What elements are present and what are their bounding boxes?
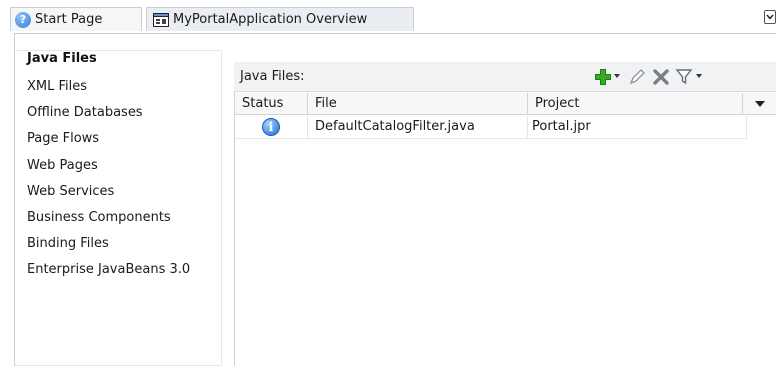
- column-header-file[interactable]: File: [308, 93, 528, 114]
- editor-tab-strip: ? Start Page MyPortalApplication Overvie…: [0, 0, 776, 34]
- table-header-row: Status File Project: [235, 93, 776, 115]
- file-cell: DefaultCatalogFilter.java: [308, 116, 528, 138]
- column-chooser-button[interactable]: [743, 93, 776, 114]
- add-icon[interactable]: [594, 68, 612, 86]
- tab-start-page[interactable]: ? Start Page: [10, 7, 142, 31]
- tab-myportalapplication-overview[interactable]: MyPortalApplication Overview: [146, 7, 414, 31]
- category-item-web-services[interactable]: Web Services: [15, 179, 221, 205]
- help-icon: ?: [15, 11, 31, 28]
- chevron-down-icon: [766, 14, 774, 20]
- info-icon: i: [262, 118, 280, 136]
- category-item-page-flows[interactable]: Page Flows: [15, 126, 221, 152]
- table-title: Java Files:: [240, 69, 305, 84]
- filter-icon[interactable]: [675, 68, 693, 86]
- status-cell: i: [235, 116, 308, 138]
- dropdown-arrow-icon[interactable]: [696, 74, 702, 78]
- column-header-project[interactable]: Project: [528, 93, 743, 114]
- tab-list-button[interactable]: [764, 10, 776, 24]
- overview-icon: [153, 12, 169, 27]
- category-item-offline-databases[interactable]: Offline Databases: [15, 100, 221, 126]
- category-item-binding-files[interactable]: Binding Files: [15, 231, 221, 257]
- tab-label: Start Page: [35, 12, 103, 27]
- table-toolbar: Java Files:: [234, 62, 776, 92]
- project-cell: Portal.jpr: [528, 116, 747, 138]
- category-item-xml-files[interactable]: XML Files: [15, 74, 221, 100]
- dropdown-arrow-icon[interactable]: [614, 74, 620, 78]
- delete-icon[interactable]: [652, 68, 670, 86]
- category-list: XML Files Offline Databases Page Flows W…: [15, 50, 222, 366]
- column-header-status[interactable]: Status: [235, 93, 308, 114]
- category-item-business-components[interactable]: Business Components: [15, 205, 221, 231]
- category-item-enterprise-javabeans[interactable]: Enterprise JavaBeans 3.0: [15, 257, 221, 283]
- edit-icon[interactable]: [628, 68, 646, 86]
- category-item-web-pages[interactable]: Web Pages: [15, 153, 221, 179]
- category-item-java-files[interactable]: Java Files: [27, 51, 97, 66]
- tab-label: MyPortalApplication Overview: [173, 12, 368, 27]
- chevron-down-icon: [755, 101, 765, 107]
- table-row[interactable]: i DefaultCatalogFilter.java Portal.jpr: [235, 116, 747, 139]
